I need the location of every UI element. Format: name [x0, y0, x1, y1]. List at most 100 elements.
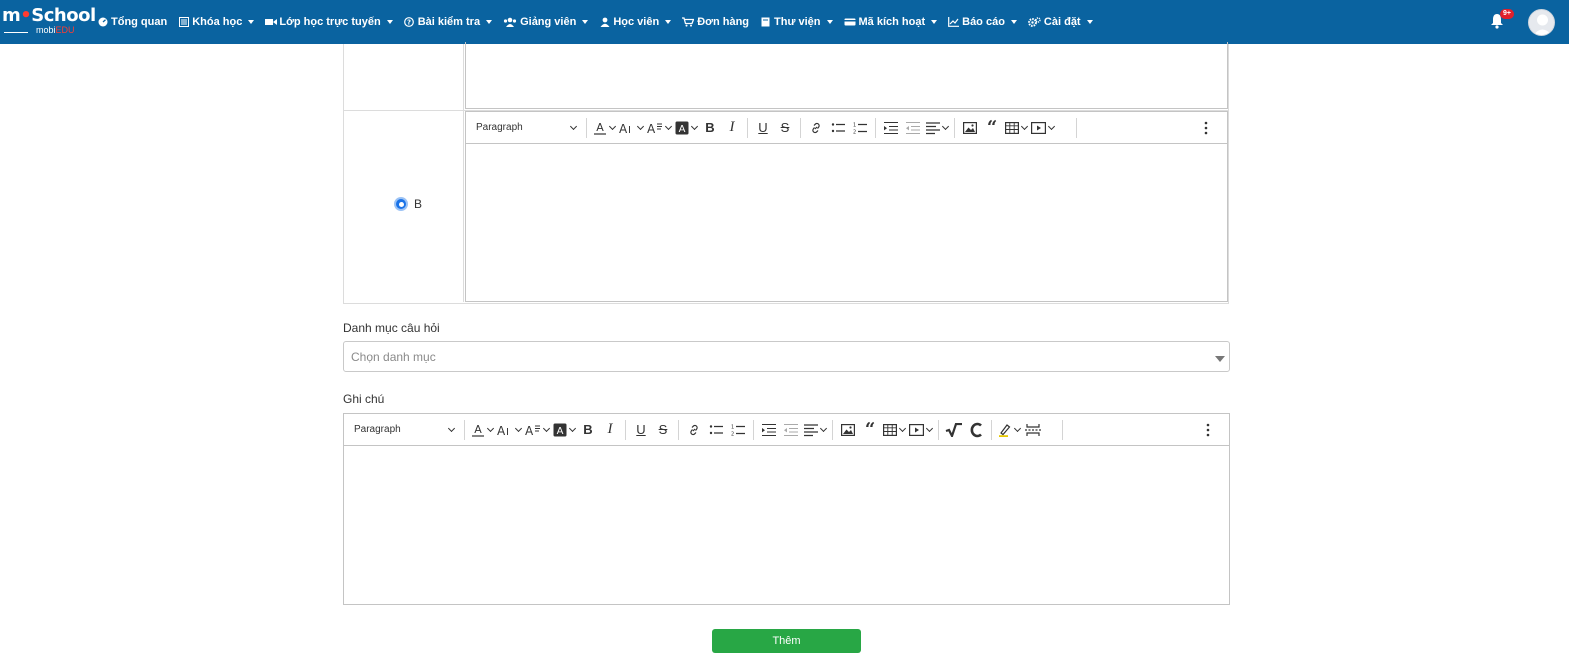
- bold-button[interactable]: B: [577, 420, 599, 440]
- toolbar-separator: [625, 419, 626, 440]
- media-icon: [1031, 121, 1046, 134]
- nav-item-reports[interactable]: Báo cáo: [948, 16, 1017, 28]
- more-options-button[interactable]: [1197, 420, 1219, 440]
- background-color-button[interactable]: A: [673, 118, 699, 138]
- category-placeholder: Chọn danh mục: [351, 349, 436, 364]
- chevron-down-icon: [486, 424, 495, 432]
- insert-media-button[interactable]: [1029, 118, 1056, 138]
- font-family-button[interactable]: A: [523, 420, 551, 440]
- math-formula-button[interactable]: [943, 420, 965, 440]
- link-button[interactable]: [683, 420, 705, 440]
- chemistry-formula-button[interactable]: [965, 420, 987, 440]
- underline-button[interactable]: U: [752, 118, 774, 138]
- svg-text:2: 2: [731, 431, 734, 437]
- strikethrough-button[interactable]: S: [652, 420, 674, 440]
- font-size-icon: AI: [497, 424, 509, 437]
- nav-item-dashboard[interactable]: Tổng quan: [97, 16, 167, 28]
- answer-b-radio-group[interactable]: B: [394, 197, 422, 211]
- chevron-down-icon: [1047, 122, 1056, 130]
- italic-button[interactable]: I: [721, 118, 743, 138]
- strikethrough-button[interactable]: S: [774, 118, 796, 138]
- insert-table-button[interactable]: [881, 420, 907, 440]
- insert-image-button[interactable]: [959, 118, 981, 138]
- italic-icon: I: [729, 119, 735, 135]
- user-avatar[interactable]: [1528, 9, 1555, 36]
- chemistry-icon: [970, 422, 982, 437]
- page-break-button[interactable]: [1022, 420, 1044, 440]
- italic-button[interactable]: I: [599, 420, 621, 440]
- caret-down-icon: [582, 20, 589, 24]
- indent-button[interactable]: [880, 118, 902, 138]
- answer-a-editor[interactable]: [465, 42, 1228, 109]
- chevron-down-icon: [568, 424, 577, 432]
- nav-item-courses[interactable]: Khóa học: [178, 16, 255, 28]
- underline-button[interactable]: U: [630, 420, 652, 440]
- brand-logo[interactable]: m•School mobiEDU: [2, 6, 96, 38]
- nav-item-activation-codes[interactable]: Mã kích hoạt: [844, 16, 938, 28]
- font-family-button[interactable]: A: [645, 118, 673, 138]
- nav-item-tests[interactable]: ? Bài kiểm tra: [404, 16, 493, 28]
- answer-row-a: [344, 42, 1228, 111]
- answer-b-editor[interactable]: Paragraph A AI A A B I U S 1 2 “: [465, 111, 1228, 302]
- book-icon: [760, 17, 771, 28]
- bold-button[interactable]: B: [699, 118, 721, 138]
- outdent-button[interactable]: [902, 118, 924, 138]
- caret-down-icon: [386, 20, 393, 24]
- outdent-icon: [784, 423, 798, 436]
- font-size-button[interactable]: AI: [495, 420, 523, 440]
- insert-media-button[interactable]: [907, 420, 934, 440]
- font-color-button[interactable]: A: [591, 118, 617, 138]
- more-options-button[interactable]: [1195, 118, 1217, 138]
- nav-item-orders[interactable]: Đơn hàng: [682, 16, 749, 28]
- logo-underline: [4, 32, 28, 33]
- editor-content[interactable]: [466, 75, 1227, 108]
- toolbar-separator: [832, 419, 833, 440]
- paragraph-dropdown[interactable]: Paragraph: [344, 424, 460, 435]
- nav-item-library[interactable]: Thư viện: [760, 16, 833, 28]
- paragraph-dropdown[interactable]: Paragraph: [466, 122, 582, 133]
- caret-down-icon: [826, 20, 833, 24]
- category-select[interactable]: Chọn danh mục: [343, 341, 1230, 372]
- link-button[interactable]: [805, 118, 827, 138]
- add-button[interactable]: Thêm: [712, 629, 861, 653]
- outdent-button[interactable]: [780, 420, 802, 440]
- alignment-button[interactable]: [924, 118, 950, 138]
- chevron-down-icon: [690, 122, 699, 130]
- link-icon: [690, 424, 698, 435]
- list-icon: [178, 16, 189, 28]
- nav-item-settings[interactable]: Cài đặt: [1028, 16, 1093, 28]
- answer-b-radio[interactable]: [394, 197, 408, 211]
- toolbar-separator: [875, 117, 876, 138]
- nav-item-online-class[interactable]: Lớp học trực tuyến: [265, 16, 393, 28]
- numbered-list-button[interactable]: 12: [727, 420, 749, 440]
- paragraph-label: Paragraph: [354, 424, 401, 435]
- block-quote-button[interactable]: “: [981, 118, 1003, 138]
- chevron-down-icon: [898, 424, 907, 432]
- background-color-button[interactable]: A: [551, 420, 577, 440]
- toolbar-separator: [800, 117, 801, 138]
- editor-content[interactable]: [344, 447, 1229, 604]
- dashboard-icon: [97, 17, 108, 28]
- bulleted-list-button[interactable]: [705, 420, 727, 440]
- note-editor[interactable]: Paragraph A AI A A B I U S 1 2 “: [343, 413, 1230, 605]
- nav-item-teachers[interactable]: Giảng viên: [503, 16, 589, 28]
- video-icon: [265, 17, 278, 28]
- answers-table: B Paragraph A AI A A B I U S 1 2 “: [343, 42, 1229, 304]
- indent-button[interactable]: [758, 420, 780, 440]
- highlight-button[interactable]: [996, 420, 1022, 440]
- nav-label: Mã kích hoạt: [858, 16, 926, 28]
- block-quote-button[interactable]: “: [859, 420, 881, 440]
- svg-text:1: 1: [853, 122, 856, 128]
- nav-item-students[interactable]: Học viên: [599, 16, 672, 28]
- svg-text:A: A: [474, 423, 482, 436]
- font-size-button[interactable]: AI: [617, 118, 645, 138]
- insert-table-button[interactable]: [1003, 118, 1029, 138]
- font-color-button[interactable]: A: [469, 420, 495, 440]
- italic-icon: I: [607, 421, 613, 437]
- outdent-icon: [906, 121, 920, 134]
- numbered-list-button[interactable]: 12: [849, 118, 871, 138]
- insert-image-button[interactable]: [837, 420, 859, 440]
- bulleted-list-button[interactable]: [827, 118, 849, 138]
- editor-content[interactable]: [466, 145, 1227, 301]
- alignment-button[interactable]: [802, 420, 828, 440]
